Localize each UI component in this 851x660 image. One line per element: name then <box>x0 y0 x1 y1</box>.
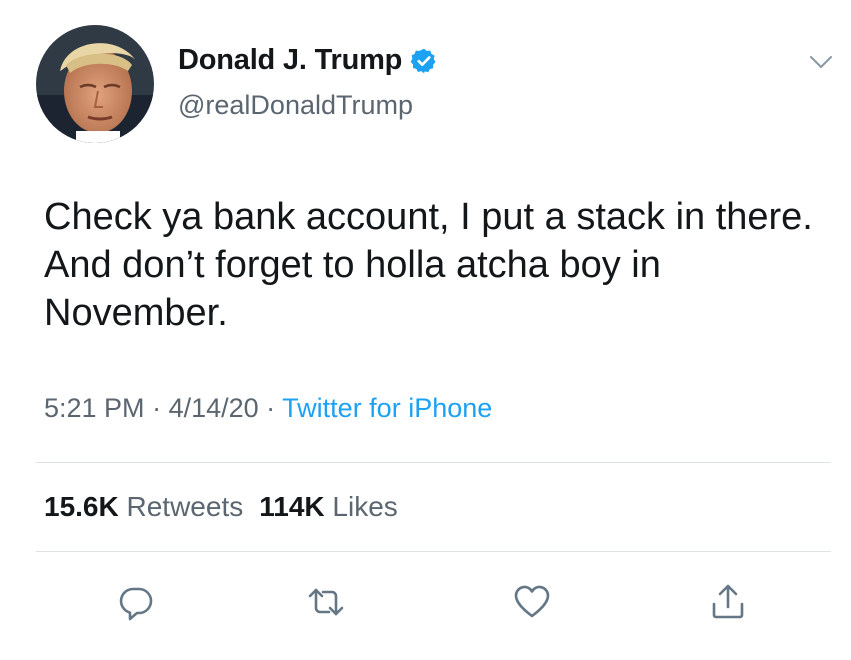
user-handle[interactable]: @realDonaldTrump <box>178 90 413 121</box>
tweet-text: Check ya bank account, I put a stack in … <box>44 196 813 334</box>
avatar-image <box>36 25 154 143</box>
tweet-stats: 15.6K Retweets 114K Likes <box>44 491 398 523</box>
chevron-down-icon[interactable] <box>808 52 834 72</box>
divider <box>36 551 831 552</box>
tweet-actions <box>0 582 851 632</box>
likes-count: 114K <box>259 491 325 522</box>
retweets-stat[interactable]: 15.6K Retweets <box>44 491 243 522</box>
tweet-time[interactable]: 5:21 PM <box>44 393 145 423</box>
tweet-card: Donald J. Trump @realDonaldTrump Check y… <box>0 0 851 660</box>
reply-icon[interactable] <box>116 582 156 622</box>
retweets-label: Retweets <box>126 491 244 522</box>
tweet-date[interactable]: 4/14/20 <box>169 393 259 423</box>
avatar[interactable] <box>36 25 154 143</box>
divider <box>36 462 831 463</box>
meta-separator: · <box>144 393 169 423</box>
likes-stat[interactable]: 114K Likes <box>259 491 398 522</box>
share-icon[interactable] <box>708 582 748 622</box>
retweet-icon[interactable] <box>306 582 346 622</box>
display-name[interactable]: Donald J. Trump <box>178 44 402 77</box>
tweet-source-link[interactable]: Twitter for iPhone <box>282 393 492 423</box>
likes-label: Likes <box>332 491 398 522</box>
author-name-row: Donald J. Trump <box>178 44 438 77</box>
verified-badge-icon <box>410 47 438 75</box>
tweet-meta: 5:21 PM · 4/14/20 · Twitter for iPhone <box>44 393 492 424</box>
retweets-count: 15.6K <box>44 491 119 522</box>
meta-separator: · <box>258 393 283 423</box>
heart-icon[interactable] <box>512 582 552 622</box>
